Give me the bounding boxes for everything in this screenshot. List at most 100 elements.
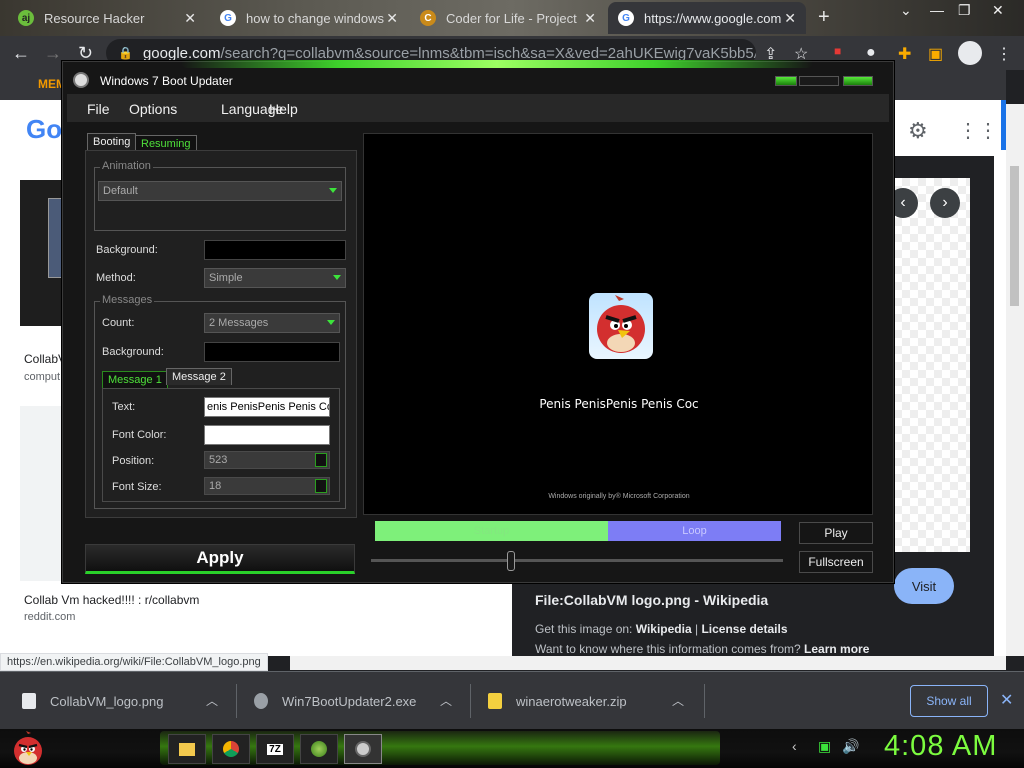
google-logo[interactable]: Go (26, 114, 62, 145)
apply-button[interactable]: Apply (85, 544, 355, 574)
start-button-angry-bird-icon[interactable] (10, 731, 46, 767)
boot-updater-taskbar-button[interactable] (344, 734, 382, 764)
font-size-label: Font Size: (112, 481, 162, 493)
download-item[interactable]: CollabVM_logo.png (22, 672, 163, 730)
image-result-title[interactable]: CollabV (24, 352, 66, 366)
boot-preview: Penis PenisPenis Penis Coc Windows origi… (363, 133, 873, 515)
background-color-field[interactable] (204, 240, 346, 260)
minimize-icon[interactable]: — (930, 2, 944, 18)
wikipedia-link[interactable]: Wikipedia (636, 622, 692, 636)
back-icon[interactable]: ← (12, 43, 30, 64)
animation-progress-bar[interactable]: Startup Loop (375, 521, 781, 541)
show-all-button[interactable]: Show all (910, 685, 988, 717)
menu-help[interactable]: Help (269, 101, 298, 117)
horizontal-scrollbar[interactable] (290, 656, 1006, 670)
timeline-track[interactable] (371, 559, 783, 562)
window-titlebar[interactable]: Windows 7 Boot Updater (63, 68, 893, 92)
chevron-up-icon[interactable]: ︿ (672, 692, 684, 709)
messages-group-label: Messages (100, 294, 155, 306)
animation-dropdown[interactable]: Default (98, 181, 342, 201)
tab-how-to-change-windows[interactable]: G how to change windows ✕ (210, 2, 408, 34)
play-button[interactable]: Play (799, 522, 873, 544)
media-player-icon (311, 741, 327, 757)
extension-badge-icon[interactable]: ■ (834, 44, 841, 58)
forward-icon[interactable]: → (44, 43, 62, 64)
close-downloads-icon[interactable]: ✕ (1000, 690, 1013, 710)
message-background-field[interactable] (204, 342, 340, 362)
tab-google-active[interactable]: G https://www.google.com ✕ (608, 2, 806, 34)
file-icon (22, 693, 36, 709)
window-green-glow (181, 60, 813, 68)
tab-resource-hacker[interactable]: aj Resource Hacker ✕ (8, 2, 206, 34)
explorer-taskbar-button[interactable] (168, 734, 206, 764)
font-size-spinner[interactable]: 18 (204, 477, 330, 495)
viewer-title[interactable]: File:CollabVM logo.png - Wikipedia (535, 592, 768, 608)
image-preview[interactable] (894, 178, 970, 552)
chrome-taskbar-button[interactable] (212, 734, 250, 764)
volume-icon[interactable]: 🔊 (842, 738, 859, 755)
visit-button[interactable]: Visit (894, 568, 954, 604)
close-icon[interactable]: ✕ (584, 10, 596, 27)
window-title: Windows 7 Boot Updater (100, 74, 233, 88)
network-icon[interactable]: ▣ (818, 738, 831, 755)
tab-booting[interactable]: Booting (87, 133, 137, 150)
sidebar-icon[interactable]: ▣ (928, 44, 943, 64)
close-button[interactable] (843, 76, 873, 86)
minimize-button[interactable] (775, 76, 797, 86)
timeline-slider-thumb[interactable] (507, 551, 515, 571)
download-filename: Win7BootUpdater2.exe (282, 693, 417, 709)
menu-file[interactable]: File (87, 101, 110, 117)
method-dropdown[interactable]: Simple (204, 268, 346, 288)
maximize-button[interactable] (799, 76, 839, 86)
chrome-icon (223, 741, 239, 757)
fullscreen-button[interactable]: Fullscreen (799, 551, 873, 573)
image-result-title[interactable]: Collab Vm hacked!!!! : r/collabvm (24, 593, 199, 607)
message-text-input[interactable]: enis PenisPenis Penis Coc (204, 397, 330, 417)
menu-bar: File Options Language Help (67, 94, 889, 122)
chevron-down-icon[interactable]: ⌄ (900, 2, 912, 19)
menu-options[interactable]: Options (129, 101, 177, 117)
show-hidden-icons-icon[interactable]: ‹ (792, 738, 797, 754)
close-icon[interactable]: ✕ (386, 10, 398, 27)
scrollbar-thumb[interactable] (1010, 166, 1019, 306)
puzzle-icon[interactable]: ✚ (898, 44, 911, 64)
close-icon[interactable]: ✕ (784, 10, 796, 27)
font-color-field[interactable] (204, 425, 330, 445)
7zip-taskbar-button[interactable]: 7Z (256, 734, 294, 764)
spinner-arrows-icon[interactable] (315, 453, 327, 467)
download-filename: CollabVM_logo.png (50, 693, 164, 709)
profile-avatar-icon[interactable] (958, 41, 982, 65)
learn-more-link[interactable]: Learn more (804, 642, 869, 656)
media-taskbar-button[interactable] (300, 734, 338, 764)
tab-message-2[interactable]: Message 2 (166, 368, 232, 385)
settings-gear-icon[interactable]: ⚙ (908, 118, 928, 144)
tab-title: Coder for Life - Project (446, 10, 577, 26)
downloads-bar: CollabVM_logo.png ︿ Win7BootUpdater2.exe… (0, 671, 1024, 729)
progress-startup-label: Startup (473, 525, 510, 537)
next-image-icon[interactable]: › (930, 188, 960, 218)
exe-icon (254, 693, 268, 709)
get-image-line: Get this image on: Wikipedia | License d… (535, 622, 788, 636)
folder-icon (179, 742, 195, 756)
close-window-icon[interactable]: ✕ (992, 2, 1004, 19)
separator: | (694, 622, 699, 636)
close-icon[interactable]: ✕ (184, 10, 196, 27)
download-item[interactable]: winaerotweaker.zip (488, 672, 627, 730)
tab-coder-for-life[interactable]: C Coder for Life - Project ✕ (410, 2, 606, 34)
extension-flag-icon[interactable]: ● (866, 44, 876, 62)
more-menu-icon[interactable]: ⋮ (996, 44, 1012, 64)
google-icon: G (220, 10, 236, 26)
chevron-up-icon[interactable]: ︿ (206, 692, 218, 709)
position-spinner[interactable]: 523 (204, 451, 330, 469)
license-details-link[interactable]: License details (701, 622, 787, 636)
taskbar-clock[interactable]: 4:08 AM (884, 730, 997, 763)
spinner-arrows-icon[interactable] (315, 479, 327, 493)
download-item[interactable]: Win7BootUpdater2.exe (254, 672, 416, 730)
chevron-up-icon[interactable]: ︿ (440, 692, 452, 709)
message-count-dropdown[interactable]: 2 Messages (204, 313, 340, 333)
new-tab-icon[interactable]: + (818, 6, 830, 29)
vertical-scrollbar[interactable] (1006, 104, 1024, 656)
animation-value: Default (103, 185, 138, 197)
tab-message-1[interactable]: Message 1 (102, 371, 168, 389)
restore-icon[interactable]: ❐ (958, 2, 971, 19)
